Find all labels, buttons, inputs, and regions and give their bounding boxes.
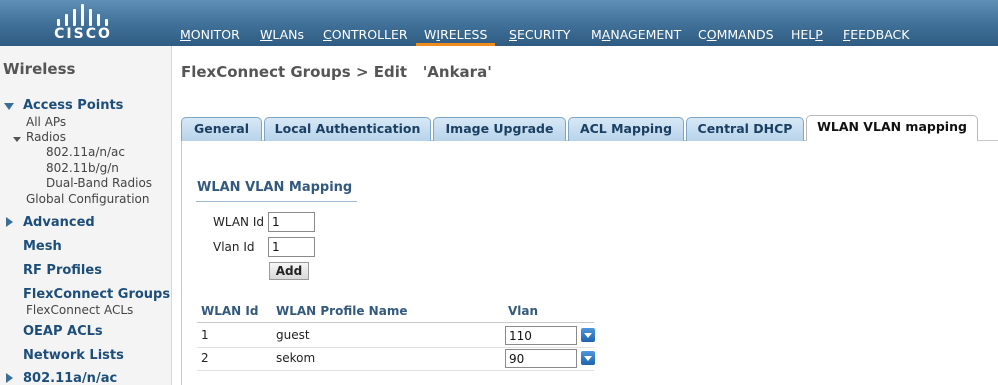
sidebar-title: Wireless — [3, 60, 76, 78]
section-title: WLAN VLAN Mapping — [197, 180, 353, 195]
sidebar-item-all-aps[interactable]: All APs — [26, 115, 66, 129]
menu-wireless[interactable]: WIRELESS — [416, 26, 496, 46]
sidebar-item-flexconnect-acls[interactable]: FlexConnect ACLs — [26, 303, 133, 317]
menu-management[interactable]: MANAGEMENT — [583, 26, 689, 46]
vlan-id-label: Vlan Id — [213, 240, 255, 254]
vlan-id-input[interactable] — [268, 237, 315, 257]
sidebar-item-global-configuration[interactable]: Global Configuration — [26, 192, 149, 206]
top-header: CISCO MONITOR WLANs CONTROLLER WIRELESS … — [0, 0, 998, 46]
page-title: FlexConnect Groups > Edit 'Ankara' — [181, 63, 492, 81]
add-button[interactable]: Add — [269, 262, 309, 280]
tab-acl-mapping[interactable]: ACL Mapping — [568, 117, 684, 141]
sidebar-item-radio-80211bgn[interactable]: 802.11b/g/n — [46, 161, 119, 175]
expanded-arrow-icon[interactable] — [13, 137, 21, 142]
menu-help[interactable]: HELP — [783, 26, 831, 46]
menu-monitor[interactable]: MONITOR — [172, 26, 248, 46]
table-header-divider — [197, 322, 594, 323]
tab-wlan-vlan-mapping[interactable]: WLAN VLAN mapping — [806, 115, 978, 141]
cisco-logo: CISCO — [46, 4, 120, 42]
row-1-profile-name: guest — [276, 328, 310, 342]
column-header-wlan-id: WLAN Id — [201, 304, 259, 318]
row-1-vlan-dropdown-icon[interactable] — [581, 328, 595, 342]
tab-central-dhcp[interactable]: Central DHCP — [686, 117, 804, 141]
sidebar-item-radio-80211anac[interactable]: 802.11a/n/ac — [46, 145, 125, 159]
collapsed-arrow-icon[interactable] — [6, 373, 13, 383]
expanded-arrow-icon[interactable] — [4, 103, 14, 110]
wlan-id-label: WLAN Id — [213, 215, 264, 229]
cisco-bars-icon — [50, 4, 114, 26]
menu-wlans[interactable]: WLANs — [252, 26, 312, 46]
sidebar-item-mesh[interactable]: Mesh — [23, 239, 62, 254]
row-1-wlan-id: 1 — [201, 328, 209, 342]
sidebar-item-radios[interactable]: Radios — [26, 130, 66, 144]
collapsed-arrow-icon[interactable] — [6, 217, 13, 227]
row-1-vlan-input[interactable] — [505, 326, 577, 345]
sidebar-item-advanced[interactable]: Advanced — [23, 215, 95, 230]
tab-image-upgrade[interactable]: Image Upgrade — [433, 117, 566, 141]
row-2-wlan-id: 2 — [201, 351, 209, 365]
column-header-vlan: Vlan — [508, 304, 539, 318]
sidebar-item-rf-profiles[interactable]: RF Profiles — [23, 263, 102, 278]
tab-general[interactable]: General — [181, 117, 262, 141]
sidebar-item-flexconnect-groups[interactable]: FlexConnect Groups — [23, 287, 170, 302]
menu-controller[interactable]: CONTROLLER — [315, 26, 416, 46]
row-divider — [197, 370, 594, 371]
section-divider — [196, 201, 357, 202]
tab-local-authentication[interactable]: Local Authentication — [264, 117, 431, 141]
row-divider — [197, 347, 594, 348]
menu-commands[interactable]: COMMANDS — [690, 26, 782, 46]
row-2-vlan-input[interactable] — [505, 349, 577, 368]
cisco-wordmark: CISCO — [54, 26, 112, 42]
wlan-id-input[interactable] — [268, 212, 315, 232]
menu-feedback[interactable]: FEEDBACK — [835, 26, 917, 46]
row-2-profile-name: sekom — [276, 351, 316, 365]
sidebar-item-oeap-acls[interactable]: OEAP ACLs — [23, 324, 103, 339]
menu-security[interactable]: SECURITY — [501, 26, 578, 46]
sidebar-item-dual-band-radios[interactable]: Dual-Band Radios — [46, 176, 152, 190]
sidebar-item-network-lists[interactable]: Network Lists — [23, 348, 124, 363]
sidebar-item-access-points[interactable]: Access Points — [23, 98, 123, 113]
row-2-vlan-dropdown-icon[interactable] — [581, 351, 595, 365]
sidebar-item-80211anac[interactable]: 802.11a/n/ac — [23, 371, 117, 385]
column-header-wlan-profile-name: WLAN Profile Name — [276, 304, 408, 318]
